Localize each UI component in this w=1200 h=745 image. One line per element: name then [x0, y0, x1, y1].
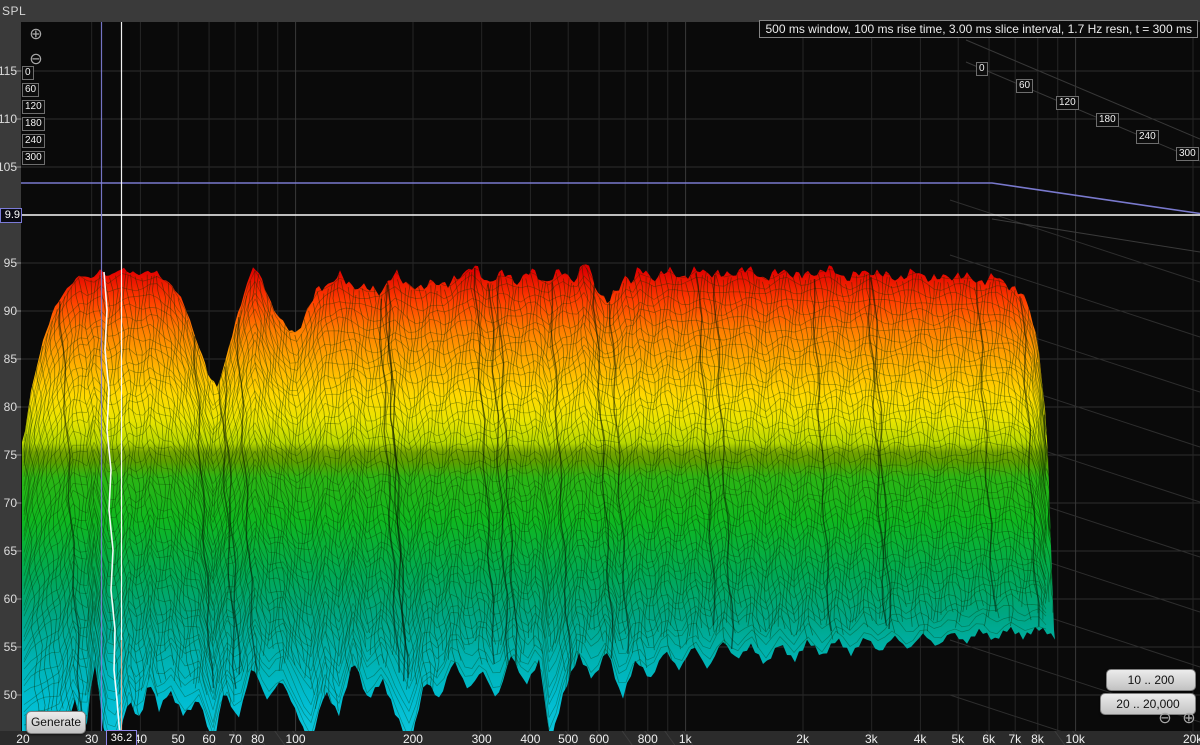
zoom-out-icon[interactable]: ⊖	[1156, 710, 1174, 728]
zoom-in-icon[interactable]: ⊕	[27, 26, 45, 44]
spl-axis-title: SPL	[2, 4, 26, 18]
zoom-in-icon[interactable]: ⊕	[1180, 710, 1198, 728]
waterfall-plot-canvas[interactable]	[0, 0, 1200, 745]
waterfall-app-window: SPL 500 ms window, 100 ms rise time, 3.0…	[0, 0, 1200, 745]
cursor-spl-readout: 9.9	[0, 208, 22, 223]
top-bar: SPL	[0, 0, 1200, 22]
range-10-200-button[interactable]: 10 .. 200	[1106, 669, 1196, 691]
cursor-frequency-readout: 36.2	[106, 730, 137, 745]
generate-button[interactable]: Generate	[26, 711, 86, 734]
zoom-out-icon[interactable]: ⊖	[27, 51, 45, 69]
analysis-settings-readout: 500 ms window, 100 ms rise time, 3.00 ms…	[759, 20, 1198, 38]
